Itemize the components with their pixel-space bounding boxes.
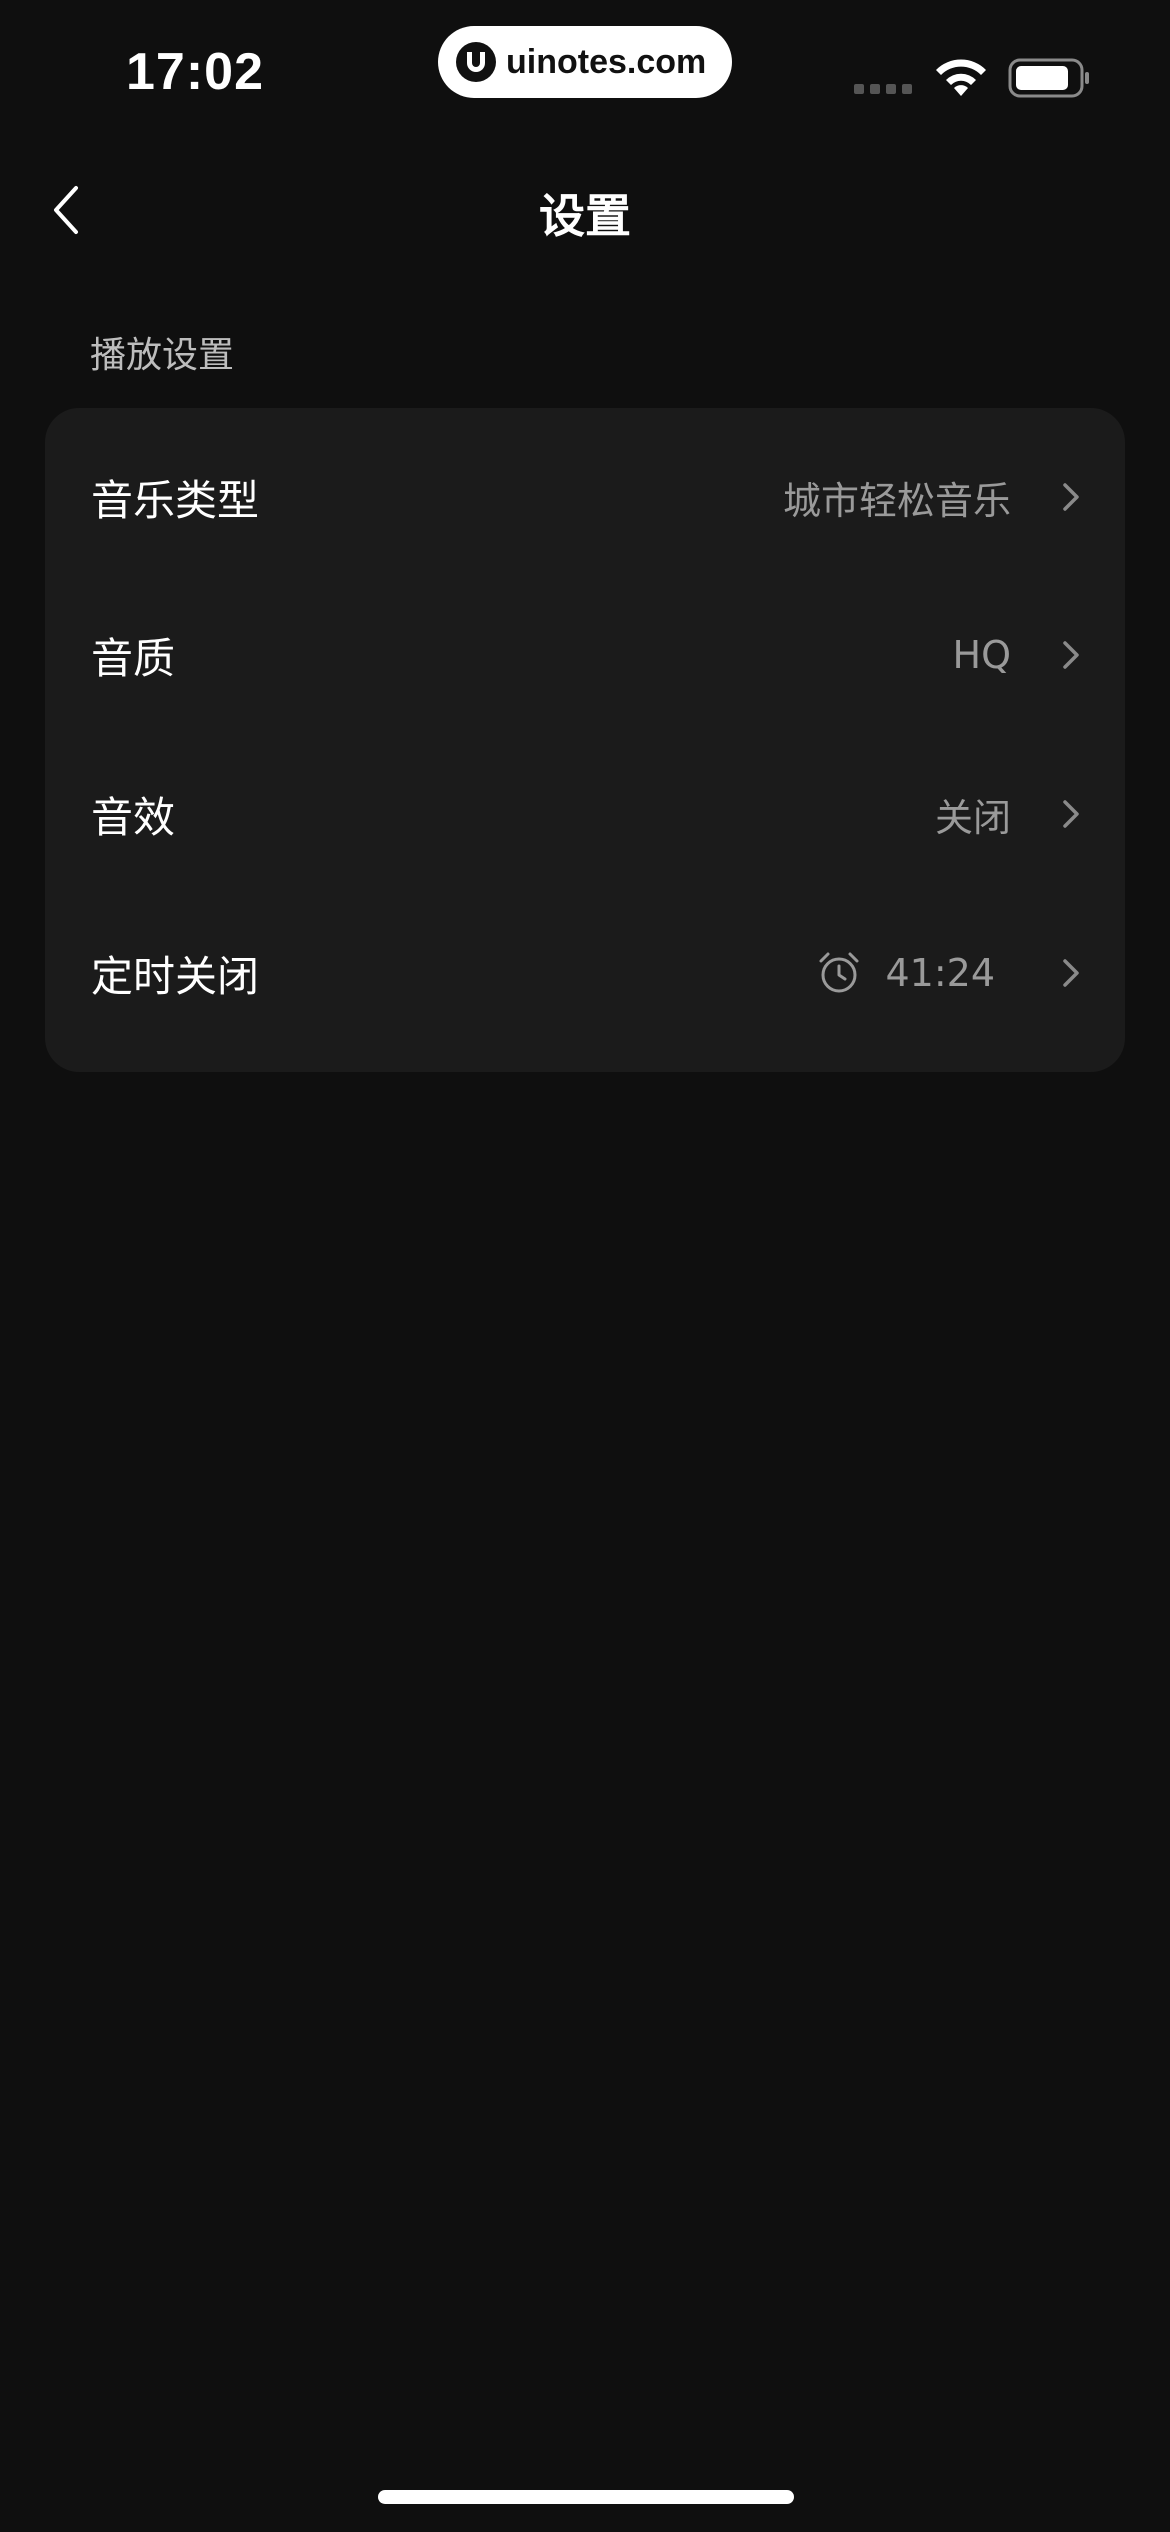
- row-label: 音质: [91, 633, 176, 683]
- chevron-right-icon: [1063, 483, 1079, 511]
- timer-value: 41:24: [885, 951, 995, 995]
- row-value: 城市轻松音乐: [782, 478, 1011, 523]
- watermark-text: uinotes.com: [506, 42, 707, 81]
- page-title: 设置: [539, 189, 631, 243]
- chevron-right-icon: [1063, 959, 1079, 987]
- settings-row-sound-effect[interactable]: 音效 关闭: [45, 735, 1125, 893]
- settings-row-music-type[interactable]: 音乐类型 城市轻松音乐: [45, 418, 1125, 576]
- status-time: 17:02: [126, 43, 264, 101]
- home-indicator[interactable]: [378, 2490, 794, 2504]
- battery-icon: [1008, 58, 1089, 98]
- row-value: 关闭: [934, 795, 1011, 840]
- settings-card: 音乐类型 城市轻松音乐 音质 HQ 音效 关闭 定时关闭 41:24: [45, 408, 1125, 1072]
- row-label: 定时关闭: [91, 951, 260, 1001]
- section-header: 播放设置: [90, 335, 235, 376]
- row-value: HQ: [952, 633, 1011, 677]
- wifi-icon: [936, 59, 986, 96]
- settings-row-audio-quality[interactable]: 音质 HQ: [45, 576, 1125, 734]
- watermark-badge: uinotes.com: [438, 26, 732, 98]
- row-label: 音乐类型: [91, 475, 260, 525]
- chevron-right-icon: [1063, 641, 1079, 669]
- settings-screen: 17:02 uinotes.com 设置 播放设置 音乐类型 城市轻松音乐 音质…: [0, 0, 1170, 2532]
- settings-row-sleep-timer[interactable]: 定时关闭 41:24: [45, 894, 1125, 1052]
- chevron-right-icon: [1063, 800, 1079, 828]
- status-bar: 17:02 uinotes.com: [0, 0, 1170, 140]
- signal-icon: [854, 84, 912, 94]
- row-label: 音效: [91, 792, 176, 842]
- nav-bar: 设置: [0, 160, 1170, 260]
- alarm-clock-icon: [819, 952, 859, 993]
- uinotes-logo-icon: [456, 42, 496, 82]
